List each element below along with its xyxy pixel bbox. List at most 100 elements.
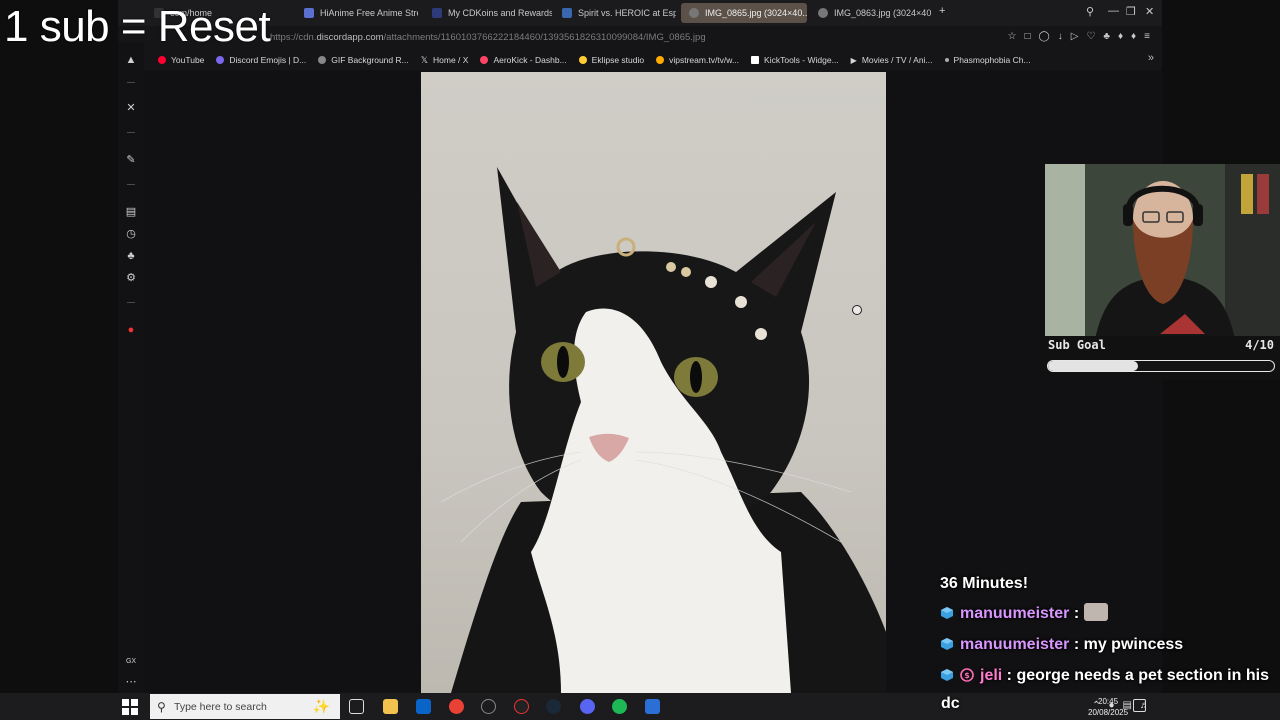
chat-message: manuumeister : my pwincess (940, 635, 1280, 655)
cube-icon (941, 607, 953, 619)
chrome-icon[interactable] (449, 699, 464, 714)
url-host: discordapp.com (316, 32, 384, 43)
sidebar-divider (127, 302, 135, 303)
cat-emote-icon (1083, 603, 1108, 621)
url-text[interactable]: https://cdn.discordapp.com/attachments/1… (270, 32, 706, 43)
wallet-icon[interactable]: ▤ (125, 206, 137, 218)
search-tabs-icon[interactable]: ⚲ (1086, 5, 1094, 18)
paint-icon[interactable]: ✎ (125, 154, 137, 166)
new-tab-icon[interactable]: + (939, 5, 945, 17)
task-view-icon[interactable] (349, 699, 364, 714)
snapshot-icon[interactable]: □ (1024, 31, 1030, 42)
gx-logo-icon[interactable]: GX (125, 656, 137, 668)
close-icon[interactable]: ✕ (1145, 5, 1154, 18)
settings-icon[interactable]: ⚙ (125, 272, 137, 284)
app-window-icon[interactable] (645, 699, 660, 714)
phasmophobia-icon (944, 58, 949, 62)
bookmark-icon[interactable]: ☆ (1007, 31, 1016, 42)
minimize-icon[interactable]: — (1108, 5, 1119, 17)
sub-goal-count: 4/10 (1245, 338, 1274, 352)
outlook-icon[interactable] (416, 699, 431, 714)
heart-icon[interactable]: ♡ (1086, 31, 1095, 42)
sidebar-divider (127, 82, 135, 83)
bookmark-home-x[interactable]: 𝕏 Home / X (415, 55, 475, 66)
chat-message: $ jeli : george needs a pet section in hi… (940, 666, 1280, 686)
bookmark-gif-background[interactable]: GIF Background R... (312, 55, 414, 65)
webcam-feed (1045, 164, 1280, 339)
url-path: /attachments/1160103766222184460/1393561… (383, 32, 706, 43)
tab-favicon (818, 8, 828, 18)
bookmark-youtube[interactable]: YouTube (152, 55, 210, 65)
menu-icon[interactable]: ≡ (1144, 31, 1150, 42)
chat-timer: 36 Minutes! (940, 575, 1029, 592)
taskbar-search-input[interactable]: ⚲ Type here to search ✨ (150, 694, 340, 719)
bookmark-phasmophobia[interactable]: Phasmophobia Ch... (939, 55, 1037, 65)
chat-text: my pwincess (1083, 636, 1184, 653)
youtube-icon (158, 56, 166, 64)
history-icon[interactable]: ◷ (125, 228, 137, 240)
bookmark-label: AeroKick - Dashb... (493, 55, 567, 65)
shield-icon[interactable]: ◯ (1039, 31, 1050, 42)
cat-illustration (440, 167, 886, 693)
sidebar-divider (127, 184, 135, 185)
taskbar-clock[interactable]: 20:45 20/08/2025 (1088, 696, 1128, 718)
chat-overflow-text: dc (941, 695, 960, 712)
sub-goal-widget: Sub Goal 4/10 (1045, 336, 1280, 380)
tab-favicon (562, 8, 572, 18)
recording-app-icon[interactable] (514, 699, 529, 714)
search-placeholder: Type here to search (174, 700, 267, 713)
mouse-cursor (852, 305, 862, 315)
maximize-icon[interactable]: ❐ (1126, 5, 1136, 18)
address-bar[interactable]: https://cdn.discordapp.com/attachments/1… (118, 26, 1162, 50)
screen: com/home HiAnime Free Anime Stre... My C… (0, 0, 1280, 720)
tab-cdkoins[interactable]: My CDKoins and Rewards (424, 3, 552, 23)
bookmark-label: Movies / TV / Ani... (861, 55, 933, 65)
vipstream-icon (656, 56, 665, 64)
bookmark-movies[interactable]: ▶ Movies / TV / Ani... (845, 55, 939, 65)
ublock-icon[interactable]: ● (125, 324, 137, 336)
windows-start-icon[interactable] (122, 699, 138, 715)
extension-icon[interactable]: ♦ (1131, 31, 1136, 42)
tab-favicon (304, 8, 314, 18)
opera-gx-icon[interactable] (481, 699, 496, 714)
tab-img-0863[interactable]: IMG_0863.jpg (3024×40... (810, 3, 932, 23)
spotify-icon[interactable] (612, 699, 627, 714)
play-icon[interactable]: ▷ (1071, 31, 1079, 42)
discord-icon[interactable] (580, 699, 595, 714)
aria-icon[interactable]: ▲ (125, 54, 137, 66)
eklipse-icon (578, 56, 587, 64)
clock-date: 20/08/2025 (1088, 708, 1129, 717)
tab-label: HiAnime Free Anime Stre... (320, 8, 418, 18)
x-logo-icon[interactable]: ✕ (125, 102, 137, 114)
chat-username: jeli (980, 667, 1003, 684)
tab-label: IMG_0865.jpg (3024×40... (705, 8, 807, 18)
bookmarks-bar: YouTube Discord Emojis | D... GIF Backgr… (118, 50, 1162, 70)
file-explorer-icon[interactable] (383, 699, 398, 714)
extension-icon[interactable]: ♦ (1118, 31, 1123, 42)
more-icon[interactable]: ⋯ (125, 676, 137, 688)
kicktools-icon (751, 56, 760, 64)
tab-spirit-heroic[interactable]: Spirit vs. HEROIC at Espo... (554, 3, 676, 23)
notifications-icon[interactable] (1133, 699, 1146, 712)
cat-image[interactable] (421, 72, 886, 693)
streamer-illustration (1045, 164, 1280, 339)
sidebar-divider (127, 132, 135, 133)
bookmark-kicktools[interactable]: KickTools - Widge... (745, 55, 845, 65)
download-icon[interactable]: ↓ (1058, 31, 1063, 42)
tab-img-0865[interactable]: IMG_0865.jpg (3024×40... (681, 3, 807, 23)
tab-label: Spirit vs. HEROIC at Espo... (578, 8, 676, 18)
bookmark-eklipse[interactable]: Eklipse studio (573, 55, 650, 65)
bookmark-aerokick[interactable]: AeroKick - Dashb... (474, 55, 572, 65)
bookmark-label: Eklipse studio (591, 55, 645, 65)
stream-overlay-title: 1 sub = Reset (4, 2, 271, 51)
bookmark-label: GIF Background R... (331, 55, 409, 65)
more-bookmarks-icon[interactable]: » (1148, 52, 1154, 64)
bookmark-discord-emojis[interactable]: Discord Emojis | D... (210, 55, 312, 65)
steam-icon[interactable] (546, 699, 561, 714)
clock-time: 20:45 (1098, 697, 1119, 706)
bookmark-vipstream[interactable]: vipstream.tv/tv/w... (650, 55, 745, 65)
extensions-icon[interactable]: ♣ (125, 250, 137, 262)
bookmark-label: Phasmophobia Ch... (953, 55, 1031, 65)
extension-icon[interactable]: ♣ (1103, 31, 1110, 42)
tab-hianime[interactable]: HiAnime Free Anime Stre... (296, 3, 418, 23)
